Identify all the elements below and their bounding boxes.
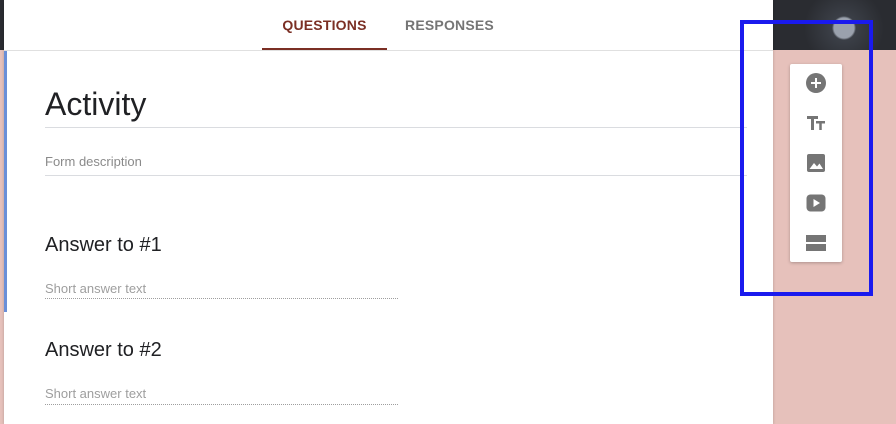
question-1-answer-underline: [45, 298, 398, 299]
question-2-answer-field: Short answer text: [45, 386, 147, 401]
form-description-underline: [45, 175, 747, 176]
form-title-input[interactable]: Activity: [45, 84, 745, 124]
question-1-answer-field: Short answer text: [45, 281, 147, 296]
tab-responses[interactable]: RESPONSES: [387, 0, 512, 49]
tab-questions[interactable]: QUESTIONS: [262, 0, 387, 50]
tab-responses-label: RESPONSES: [405, 17, 494, 33]
question-2-title[interactable]: Answer to #2: [45, 337, 645, 363]
form-description-input[interactable]: Form description: [45, 153, 745, 171]
question-1-title[interactable]: Answer to #1: [45, 232, 645, 258]
tab-bar: QUESTIONS RESPONSES: [4, 0, 773, 51]
annotation-highlight-box: [740, 20, 873, 296]
form-title-underline: [45, 127, 747, 128]
question-2-answer-underline: [45, 404, 398, 405]
selected-item-indicator: [4, 51, 7, 312]
form-card: QUESTIONS RESPONSES Activity Form descri…: [4, 0, 773, 424]
active-tab-indicator: [262, 48, 387, 50]
tab-questions-label: QUESTIONS: [282, 17, 367, 33]
